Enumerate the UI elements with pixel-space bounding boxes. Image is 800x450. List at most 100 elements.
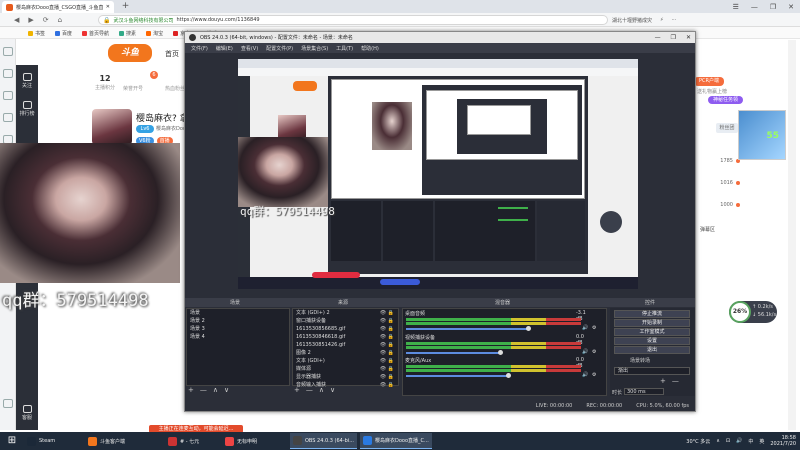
volume-slider-handle[interactable]: [498, 350, 503, 355]
scene-item[interactable]: 场景 4: [187, 333, 289, 341]
volume-slider-handle[interactable]: [506, 373, 511, 378]
obs-close-button[interactable]: ✕: [686, 34, 691, 41]
tray-expand-icon[interactable]: ∧: [716, 438, 720, 444]
bookmark-item[interactable]: 淘宝: [146, 30, 163, 37]
sidebar-item-rank[interactable]: 排行榜: [16, 101, 38, 117]
sidebar-item-follow[interactable]: 关注: [16, 73, 38, 89]
control-button[interactable]: 退出: [614, 346, 690, 354]
tab-close-icon[interactable]: ✕: [106, 4, 110, 10]
volume-slider[interactable]: [406, 375, 508, 377]
taskbar-app[interactable]: Steam: [24, 433, 58, 449]
speaker-icon[interactable]: 🔊: [582, 325, 588, 331]
source-item[interactable]: 窗口捕获设备 👁 🔒: [293, 317, 398, 325]
source-visibility-lock-icons[interactable]: 👁 🔒: [380, 309, 394, 317]
source-item[interactable]: 图像 2 👁 🔒: [293, 349, 398, 357]
volume-slider[interactable]: [406, 328, 528, 330]
remove-source-button[interactable]: —: [306, 386, 313, 394]
bookmark-item[interactable]: 搜素: [119, 30, 136, 37]
volume-slider[interactable]: [406, 352, 500, 354]
source-visibility-lock-icons[interactable]: 👁 🔒: [380, 365, 394, 373]
obs-menu-item[interactable]: 帮助(H): [361, 45, 379, 52]
source-visibility-lock-icons[interactable]: 👁 🔒: [380, 357, 394, 365]
remove-scene-button[interactable]: —: [200, 386, 207, 394]
streamer-avatar[interactable]: [92, 109, 132, 145]
obs-preview[interactable]: [238, 59, 638, 289]
source-visibility-lock-icons[interactable]: 👁 🔒: [380, 381, 394, 389]
history-icon[interactable]: [3, 69, 13, 78]
source-visibility-lock-icons[interactable]: 👁 🔒: [380, 325, 394, 333]
scene-down-button[interactable]: ∨: [224, 386, 229, 394]
weather[interactable]: 30°C 多云: [686, 438, 710, 445]
taskbar-app[interactable]: # - 七元: [165, 433, 202, 449]
more-icon[interactable]: ⋯: [672, 17, 677, 23]
gear-icon[interactable]: ⚙: [592, 349, 596, 355]
source-visibility-lock-icons[interactable]: 👁 🔒: [380, 349, 394, 357]
new-tab-button[interactable]: +: [120, 1, 131, 12]
speaker-icon[interactable]: 🔊: [582, 349, 588, 355]
scene-item[interactable]: 场景: [187, 309, 289, 317]
source-item[interactable]: 文本 (GDI+) 👁 🔒: [293, 357, 398, 365]
scene-item[interactable]: 场景 2: [187, 317, 289, 325]
volume-icon[interactable]: 🔊: [736, 438, 742, 444]
add-transition-button[interactable]: +: [660, 377, 666, 385]
source-item[interactable]: 1613530851426.gif 👁 🔒: [293, 341, 398, 349]
side-promo-thumbnail[interactable]: 55: [738, 110, 786, 160]
source-item[interactable]: 1613530856685.gif 👁 🔒: [293, 325, 398, 333]
obs-menu-item[interactable]: 查看(V): [241, 45, 258, 52]
browser-tab-active[interactable]: 樱岛麻衣Dooo直播_CSGO直播_斗鱼直播 ✕: [2, 1, 114, 13]
add-sidebar-icon[interactable]: [3, 399, 13, 408]
bookmark-item[interactable]: 百度: [55, 30, 72, 37]
ime-icon[interactable]: 中: [748, 438, 753, 445]
obs-menu-item[interactable]: 场景集合(S): [301, 45, 328, 52]
back-icon[interactable]: ◀: [14, 16, 19, 24]
taskbar-app[interactable]: 斗鱼客户端: [85, 433, 128, 449]
collection-icon[interactable]: [3, 47, 13, 56]
taskbar-app[interactable]: 樱岛麻衣Dooo直播_C...: [360, 433, 432, 449]
remove-transition-button[interactable]: —: [672, 377, 679, 385]
source-item[interactable]: 文本 (GDI+) 2 👁 🔒: [293, 309, 398, 317]
start-button[interactable]: ⊞: [4, 433, 20, 449]
bookmark-item[interactable]: 首页导航: [82, 30, 109, 37]
douyu-logo[interactable]: 斗鱼: [108, 44, 152, 62]
source-item[interactable]: 1613530846618.gif 👁 🔒: [293, 333, 398, 341]
task-badge[interactable]: 神秘任务领: [708, 96, 743, 104]
pcr-client-button[interactable]: PCR户端: [694, 77, 724, 86]
home-icon[interactable]: ⌂: [58, 16, 62, 24]
sidebar-item-service[interactable]: 客服: [16, 405, 38, 421]
maximize-button[interactable]: ❐: [770, 3, 776, 11]
transition-select[interactable]: 渐出: [614, 367, 690, 375]
lightning-icon[interactable]: ⚡: [660, 17, 664, 23]
control-button[interactable]: 设置: [614, 337, 690, 345]
source-up-button[interactable]: ∧: [319, 386, 324, 394]
source-item[interactable]: 显示器捕获 👁 🔒: [293, 373, 398, 381]
scene-item[interactable]: 场景 3: [187, 325, 289, 333]
download-icon[interactable]: [3, 91, 13, 100]
obs-minimize-button[interactable]: —: [655, 34, 661, 41]
source-visibility-lock-icons[interactable]: 👁 🔒: [380, 317, 394, 325]
nav-home-link[interactable]: 首页: [165, 49, 179, 59]
notes-icon[interactable]: [3, 113, 13, 122]
obs-menu-item[interactable]: 工具(T): [336, 45, 353, 52]
url-input[interactable]: 🔒 武汉斗鱼网络科技有限公司 https://www.douyu.com/113…: [98, 15, 608, 25]
reload-icon[interactable]: ⟳: [43, 16, 49, 24]
obs-menu-item[interactable]: 编辑(E): [216, 45, 233, 52]
clock[interactable]: 18:58 2021/7/20: [770, 435, 796, 447]
source-visibility-lock-icons[interactable]: 👁 🔒: [380, 333, 394, 341]
control-button[interactable]: 工作室模式: [614, 328, 690, 336]
source-item[interactable]: 媒体源 👁 🔒: [293, 365, 398, 373]
speaker-icon[interactable]: 🔊: [582, 372, 588, 378]
bookmark-item[interactable]: 书签: [28, 30, 45, 37]
add-source-button[interactable]: +: [294, 386, 300, 394]
taskbar-app[interactable]: OBS 24.0.3 (64-bi...: [290, 433, 357, 449]
add-scene-button[interactable]: +: [188, 386, 194, 394]
minimize-button[interactable]: —: [751, 3, 758, 11]
duration-input[interactable]: 300 ms: [624, 388, 664, 395]
network-icon[interactable]: ⊡: [726, 438, 730, 444]
obs-maximize-button[interactable]: ❐: [671, 34, 676, 41]
taskbar-app[interactable]: 无标申明: [222, 433, 260, 449]
obs-menu-item[interactable]: 文件(F): [191, 45, 208, 52]
volume-slider-handle[interactable]: [526, 326, 531, 331]
control-button[interactable]: 开始录制: [614, 319, 690, 327]
control-button[interactable]: 停止推流: [614, 310, 690, 318]
forward-icon[interactable]: ▶: [28, 16, 33, 24]
